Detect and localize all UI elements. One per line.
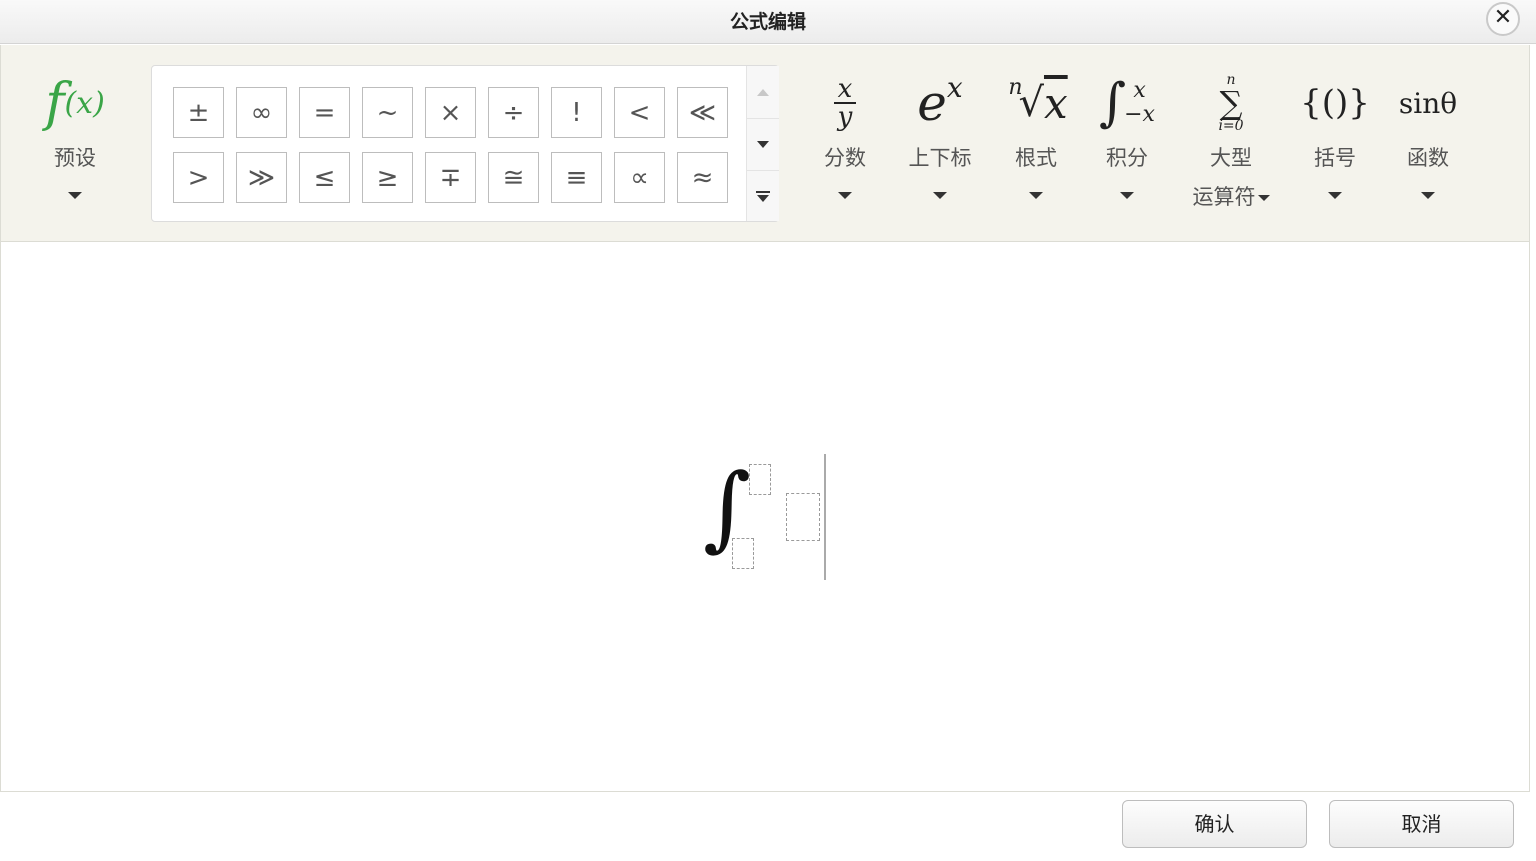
symbol-divide-button[interactable]: ÷ (488, 87, 539, 138)
integral-icon: ∫ x −x (1099, 73, 1155, 133)
chevron-down-icon (933, 192, 947, 199)
fraction-menu-button[interactable]: x y 分数 (813, 45, 877, 242)
symbol-infinity-button[interactable]: ∞ (236, 87, 287, 138)
superscript-icon: ex (917, 70, 963, 133)
integral-menu-button[interactable]: ∫ x −x 积分 (1095, 45, 1159, 242)
script-label: 上下标 (908, 146, 972, 170)
preset-menu-button[interactable]: f (x) 预设 (31, 45, 119, 242)
radical-label: 根式 (1015, 146, 1057, 170)
preset-fx-icon: f (x) (45, 73, 105, 133)
symbol-plus-minus-button[interactable]: ± (173, 87, 224, 138)
expand-palette-button[interactable] (747, 170, 779, 222)
chevron-down-icon (1029, 192, 1043, 199)
symbol-tilde-button[interactable]: ~ (362, 87, 413, 138)
dialog-footer: 确认 取消 (0, 792, 1536, 861)
symbol-times-button[interactable]: × (425, 87, 476, 138)
chevron-down-icon (1421, 192, 1435, 199)
script-menu-button[interactable]: ex 上下标 (899, 45, 981, 242)
cancel-button[interactable]: 取消 (1329, 800, 1514, 848)
symbol-palette: ± ∞ = ~ × ÷ ! < ≪ > ≫ ≤ ≥ ∓ ≅ ≡ ∝ ≈ (151, 65, 779, 222)
preset-label: 预设 (54, 146, 96, 170)
radical-menu-button[interactable]: n √ x 根式 (999, 45, 1073, 242)
symbol-approx-button[interactable]: ≈ (677, 152, 728, 203)
symbol-identical-button[interactable]: ≡ (551, 152, 602, 203)
symbol-less-equal-button[interactable]: ≤ (299, 152, 350, 203)
symbol-much-less-button[interactable]: ≪ (677, 87, 728, 138)
confirm-button[interactable]: 确认 (1122, 800, 1307, 848)
integrand-placeholder[interactable] (786, 493, 820, 541)
fraction-label: 分数 (824, 146, 866, 170)
formula-toolbar: f (x) 预设 ± ∞ = ~ × ÷ ! < ≪ > ≫ ≤ ≥ ∓ ≅ ≡ … (0, 45, 1530, 242)
chevron-down-icon (1120, 192, 1134, 199)
symbol-much-greater-button[interactable]: ≫ (236, 152, 287, 203)
dialog-title: 公式编辑 (729, 11, 806, 33)
fraction-icon: x y (813, 71, 877, 135)
integral-label: 积分 (1106, 146, 1148, 170)
chevron-down-icon (1328, 192, 1342, 199)
lower-limit-placeholder[interactable] (732, 538, 754, 569)
symbol-congruent-button[interactable]: ≅ (488, 152, 539, 203)
chevron-down-icon (68, 192, 82, 199)
chevron-up-icon (757, 88, 769, 96)
scroll-up-button[interactable] (747, 66, 779, 118)
symbol-factorial-button[interactable]: ! (551, 87, 602, 138)
dialog-titlebar: 公式编辑 ✕ (0, 0, 1536, 44)
bracket-icon: {()} (1300, 83, 1370, 123)
function-label: 函数 (1407, 146, 1449, 170)
bracket-menu-button[interactable]: {()} 括号 (1299, 45, 1371, 242)
formula-editor-area[interactable]: ∫ (0, 242, 1530, 792)
symbol-greater-than-button[interactable]: > (173, 152, 224, 203)
symbol-proportional-button[interactable]: ∝ (614, 152, 665, 203)
large-operator-menu-button[interactable]: n ∑ i=0 大型 运算符 (1183, 45, 1279, 242)
function-sin-icon: sinθ (1398, 86, 1458, 120)
bracket-label: 括号 (1314, 146, 1356, 170)
summation-icon: n ∑ i=0 (1218, 72, 1244, 134)
chevron-down-icon (838, 192, 852, 199)
radical-icon: n √ x (1008, 74, 1068, 128)
large-operator-label: 大型 (1210, 146, 1252, 170)
symbol-less-than-button[interactable]: < (614, 87, 665, 138)
symbol-minus-plus-button[interactable]: ∓ (425, 152, 476, 203)
text-cursor (824, 454, 826, 580)
chevron-down-icon (757, 141, 769, 148)
symbol-greater-equal-button[interactable]: ≥ (362, 152, 413, 203)
scroll-down-button[interactable] (747, 118, 779, 170)
close-icon[interactable]: ✕ (1486, 2, 1520, 36)
symbol-palette-scrollbar (746, 66, 779, 221)
chevron-down-icon (1257, 195, 1270, 201)
symbol-equals-button[interactable]: = (299, 87, 350, 138)
expand-more-icon (756, 190, 770, 203)
large-operator-label-line2: 运算符 (1183, 181, 1279, 211)
function-menu-button[interactable]: sinθ 函数 (1391, 45, 1465, 242)
upper-limit-placeholder[interactable] (749, 464, 771, 495)
